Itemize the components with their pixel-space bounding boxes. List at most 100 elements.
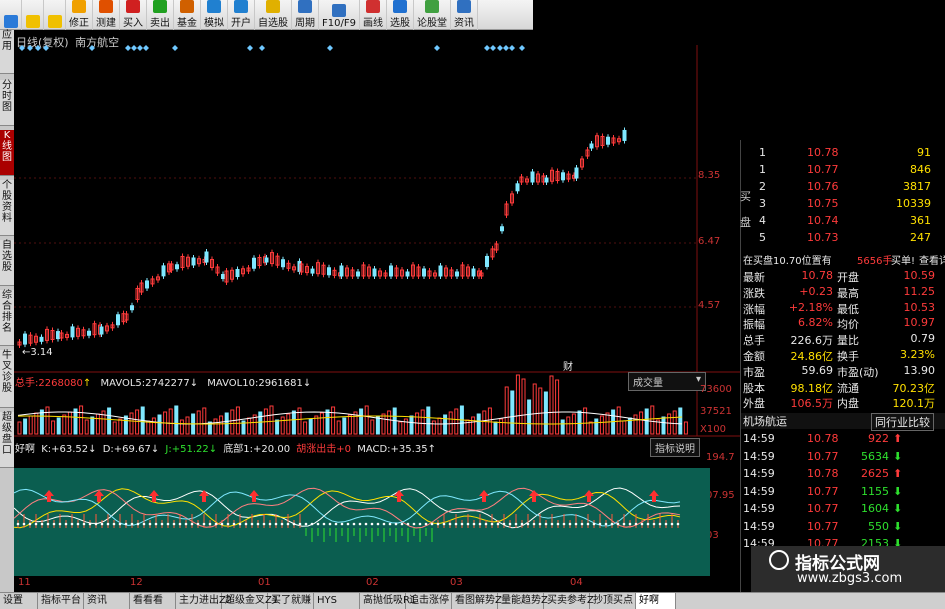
- toolbar-button-1[interactable]: [22, 0, 44, 30]
- quote-stat-row: 最新 10.78 开盘 10.59: [741, 269, 945, 285]
- watermark: 指标公式网 www.zbgs3.com: [751, 546, 945, 592]
- toolbar-button-16[interactable]: 资讯: [451, 0, 478, 30]
- toolbar-button-15[interactable]: 论股堂: [414, 0, 451, 30]
- volume-bar: [135, 409, 140, 435]
- left-tab[interactable]: 个股资料: [0, 180, 14, 236]
- indicator-dot: [112, 522, 116, 526]
- buy-arrow-icon: [529, 490, 539, 502]
- candle-body: [230, 269, 234, 280]
- indicator-tab[interactable]: 买卖参考Z: [544, 593, 594, 609]
- volume-bar: [667, 413, 672, 435]
- stock-name: 南方航空: [75, 36, 120, 49]
- indicator-tab[interactable]: HYS: [314, 593, 360, 609]
- candle-body: [235, 269, 240, 277]
- left-tab[interactable]: 应用: [0, 30, 14, 74]
- toolbar-button-5[interactable]: 买入: [120, 0, 147, 30]
- arrow-down-icon: ⬇: [893, 484, 903, 498]
- candle-body: [50, 330, 55, 340]
- indicator-tab[interactable]: 资讯: [84, 593, 130, 609]
- indicator-tab[interactable]: 看看看: [130, 593, 176, 609]
- toolbar-button-3[interactable]: 修正: [66, 0, 93, 30]
- indicator-dot: [52, 522, 56, 526]
- toolbar-button-9[interactable]: 开户: [228, 0, 255, 30]
- news-icon: [456, 0, 471, 13]
- indicator-tab[interactable]: 超级金叉Z1: [222, 593, 278, 609]
- left-tab[interactable]: 超级盘口: [0, 412, 14, 468]
- volume-bar: [465, 419, 470, 435]
- volume-bar: [431, 420, 436, 435]
- toolbar-button-12[interactable]: F10/F9: [319, 0, 360, 30]
- toolbar-button-10[interactable]: 自选股: [255, 0, 292, 30]
- volume-bar: [515, 374, 520, 435]
- quote-stat-row: 涨跌 +0.23 最高 11.25: [741, 285, 945, 301]
- volume-bar: [207, 421, 212, 435]
- toolbar-button-14[interactable]: 选股: [387, 0, 414, 30]
- indicator-dot: [214, 522, 218, 526]
- compare-button[interactable]: 同行业比较: [871, 413, 934, 431]
- volume-bar: [291, 410, 296, 435]
- toolbar-button-6[interactable]: 卖出: [147, 0, 174, 30]
- left-tab[interactable]: 分时图: [0, 80, 14, 126]
- indicator-dot: [22, 522, 26, 526]
- toolbar-button-13[interactable]: 画线: [360, 0, 387, 30]
- stat-value: 24.86亿: [790, 350, 834, 363]
- toolbar-label: 买入: [123, 18, 143, 29]
- indicator-dot: [352, 522, 356, 526]
- tick-row: 14:59 10.78 922 ⬆: [741, 432, 945, 448]
- indicator-help-button[interactable]: 指标说明: [650, 438, 700, 457]
- volume-bar: [476, 413, 481, 435]
- volume-axis-label: 73600: [700, 384, 732, 395]
- toolbar-button-2[interactable]: [44, 0, 66, 30]
- indicator-dropdown[interactable]: 成交量 ▾: [628, 372, 706, 391]
- volume-bar: [336, 420, 341, 435]
- stat-value: 10.59: [903, 269, 936, 282]
- volume-bar: [247, 417, 252, 435]
- toolbar-button-7[interactable]: 基金: [174, 0, 201, 30]
- left-tab[interactable]: 综合排名: [0, 290, 14, 346]
- indicator-tab[interactable]: 量能趋势Z: [498, 593, 548, 609]
- finance-marker[interactable]: 财: [563, 358, 573, 373]
- left-tab[interactable]: K线图: [0, 130, 14, 176]
- indicator-tab[interactable]: 买了就赚: [268, 593, 314, 609]
- indicator-tab[interactable]: 指标平台: [38, 593, 84, 609]
- indicator-dot: [244, 522, 248, 526]
- toolbar-button-0[interactable]: [0, 0, 22, 30]
- volume-bar: [258, 411, 263, 435]
- left-tab[interactable]: 自选股: [0, 240, 14, 286]
- left-tab[interactable]: 牛叉诊股: [0, 350, 14, 408]
- candle-body: [124, 313, 129, 321]
- order-book-row: 1 10.78 91: [741, 146, 945, 162]
- indicator-tab[interactable]: 高抛低吸R1: [360, 593, 416, 609]
- candle-body: [338, 272, 342, 277]
- stat-value: 11.25: [903, 284, 936, 298]
- volume-ma10-line: [17, 415, 683, 425]
- indicator-tab[interactable]: 设置: [0, 593, 38, 609]
- indicator-dot: [646, 522, 650, 526]
- signal-diamond-icon: [172, 45, 178, 51]
- volume-bar: [263, 408, 268, 435]
- tick-price: 10.77: [807, 519, 839, 533]
- toolbar-button-11[interactable]: 周期: [292, 0, 319, 30]
- indicator-tab[interactable]: 主力进出Z2: [176, 593, 232, 609]
- candle-body: [70, 326, 75, 338]
- summary-link[interactable]: 查看详细: [919, 252, 945, 267]
- indicator-dot: [316, 522, 320, 526]
- quote-stat-row: 外盘 106.5万 内盘 120.1万: [741, 395, 945, 411]
- candle-body: [332, 269, 337, 276]
- toolbar-button-8[interactable]: 模拟: [201, 0, 228, 30]
- indicator-tab[interactable]: 好啊: [636, 593, 676, 609]
- indicator-dot: [268, 522, 272, 526]
- toolbar-button-4[interactable]: 测建: [93, 0, 120, 30]
- candle-body: [471, 268, 476, 277]
- indicator-tab[interactable]: 看图解势Z: [452, 593, 502, 609]
- indicator-dot: [520, 522, 524, 526]
- candle-body: [121, 313, 126, 323]
- volume-bar: [297, 407, 302, 435]
- candle-body: [99, 326, 104, 335]
- left-tab-bar: 应用分时图 K线图个股资料自选股综合排名牛叉诊股超级盘口: [0, 30, 14, 608]
- indicator-tab[interactable]: 追击涨停: [406, 593, 452, 609]
- price-axis-label: 4.57: [698, 300, 721, 311]
- indicator-tab[interactable]: 抄顶买点: [590, 593, 636, 609]
- volume-axis-label: X100: [700, 424, 726, 435]
- indicator-dot: [484, 522, 488, 526]
